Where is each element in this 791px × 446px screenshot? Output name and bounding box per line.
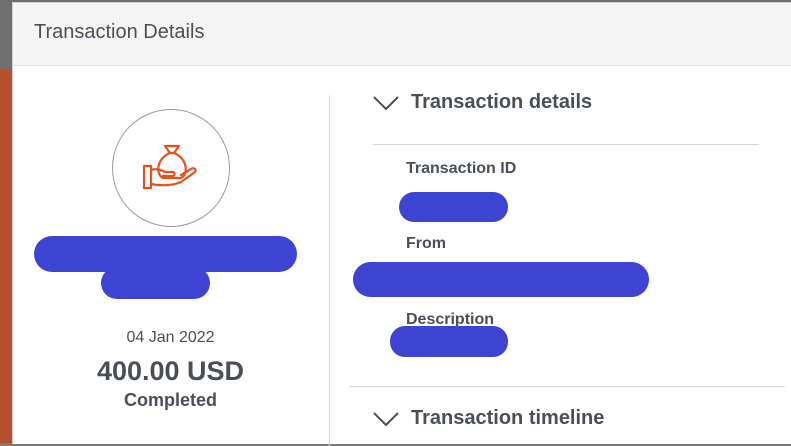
hand-money-bag-icon — [142, 144, 197, 190]
transaction-status: Completed — [123, 390, 217, 410]
transaction-amount: 400.00 USD — [96, 356, 245, 386]
transaction-date: 04 Jan 2022 — [126, 329, 215, 346]
transaction-id-label: Transaction ID — [406, 160, 517, 177]
from-label: From — [406, 235, 446, 252]
section-toggle-transaction-details[interactable]: Transaction details — [373, 91, 592, 114]
transaction-icon-badge — [112, 109, 230, 227]
details-divider — [373, 144, 759, 145]
transaction-summary-panel: 04 Jan 2022 400.00 USD Completed — [13, 66, 328, 444]
redacted-transaction-id — [399, 192, 508, 222]
redacted-description-value — [390, 326, 508, 357]
redacted-from-value — [353, 262, 649, 297]
section-toggle-transaction-timeline[interactable]: Transaction timeline — [373, 407, 604, 430]
timeline-divider — [349, 386, 785, 387]
chevron-down-icon — [373, 95, 399, 110]
transaction-details-modal: Transaction Details 04 Jan 2022 400.00 U… — [12, 2, 791, 446]
chevron-down-icon — [373, 411, 399, 426]
panel-divider — [329, 95, 330, 446]
redacted-counterparty-detail — [101, 267, 210, 299]
modal-title: Transaction Details — [34, 21, 205, 43]
modal-header: Transaction Details — [13, 3, 791, 66]
section-title-timeline: Transaction timeline — [411, 407, 605, 429]
section-title-details: Transaction details — [411, 91, 593, 113]
